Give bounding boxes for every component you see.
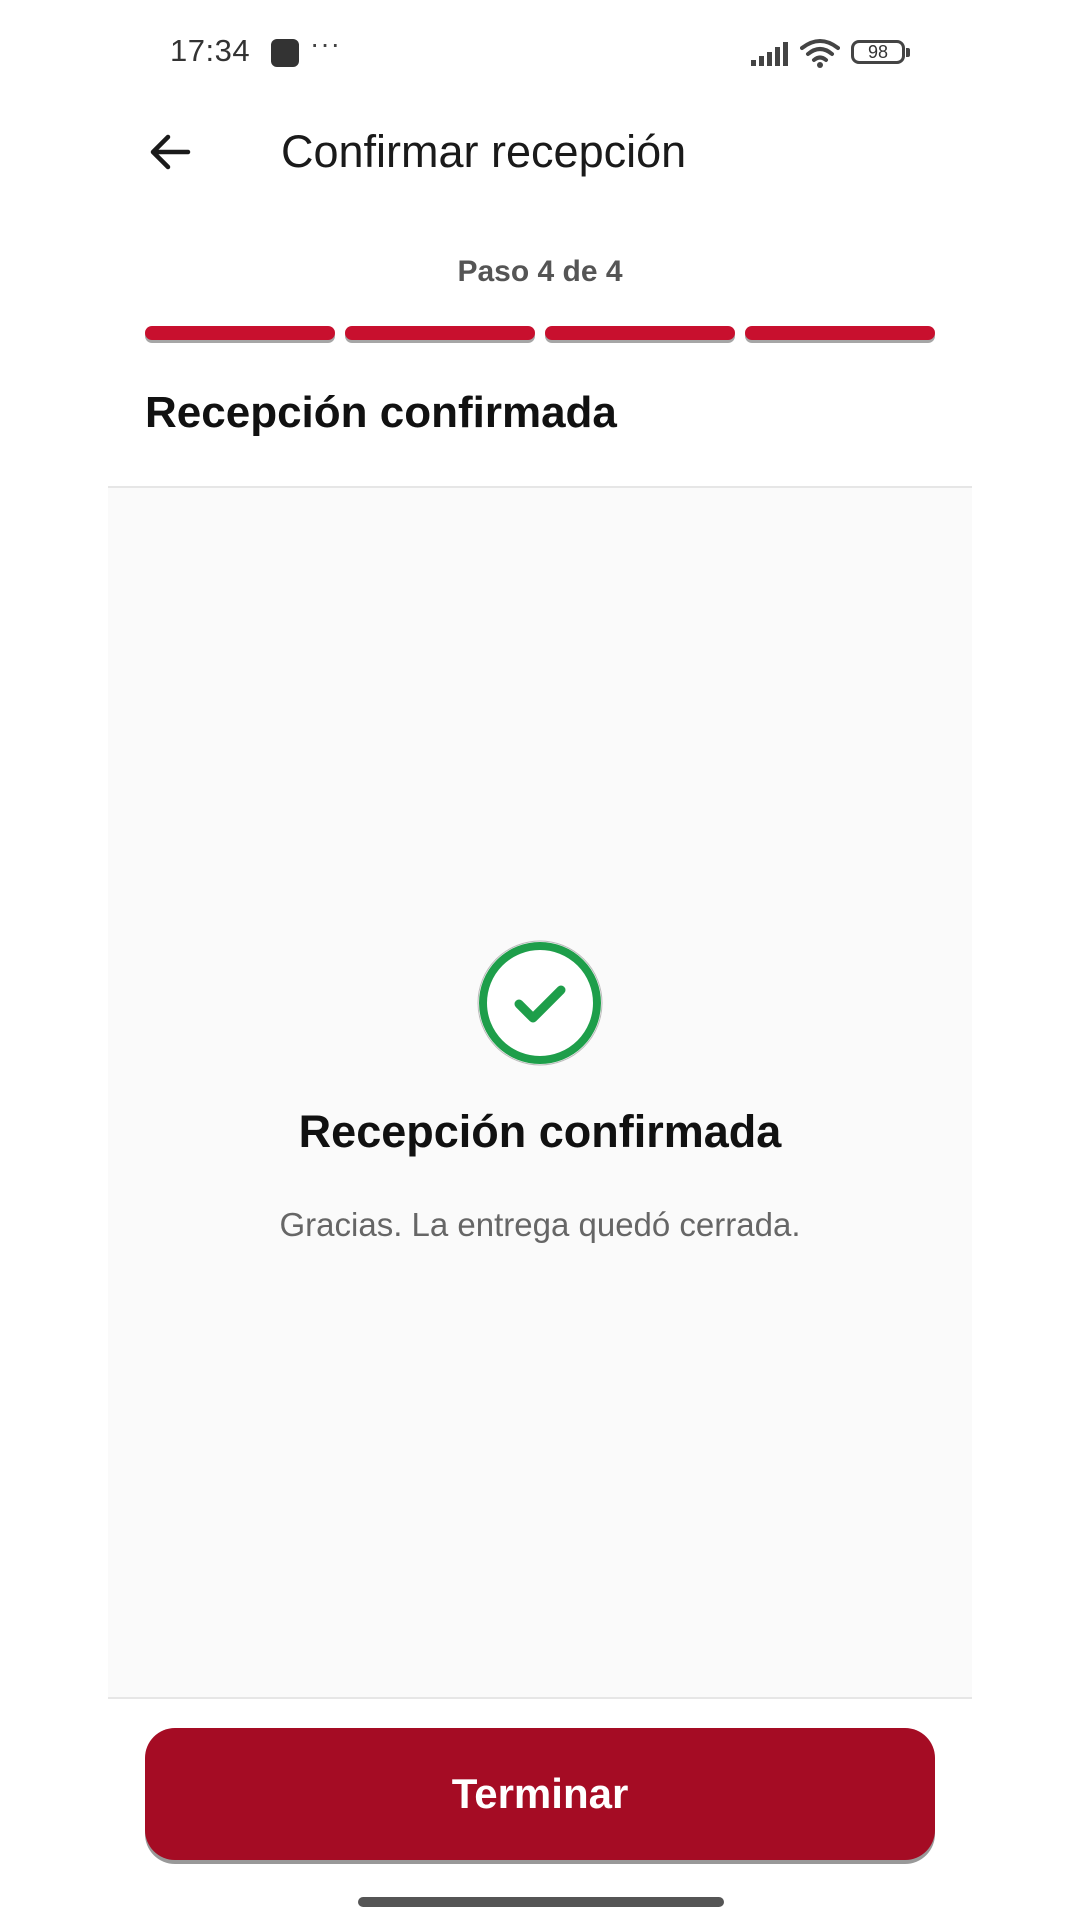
success-message: Gracias. La entrega quedó cerrada. <box>279 1206 801 1243</box>
success-title: Recepción confirmada <box>298 1106 782 1157</box>
step-progress-bar <box>145 326 935 342</box>
status-time: 17:34 <box>170 33 251 68</box>
section-title: Recepción confirmada <box>145 388 617 437</box>
app-notification-icon <box>271 39 299 67</box>
progress-segment-3 <box>545 326 735 340</box>
more-notifications-icon: ··· <box>310 28 341 59</box>
progress-segment-2 <box>345 326 535 340</box>
progress-segment-4 <box>745 326 935 340</box>
step-indicator-label: Paso 4 de 4 <box>457 255 623 288</box>
content-area <box>108 488 972 1698</box>
check-circle-icon <box>477 940 603 1066</box>
footer: Terminar <box>108 1699 972 1920</box>
battery-icon: 98 <box>851 40 910 64</box>
app-header: Confirmar recepción <box>108 104 972 204</box>
signal-icon <box>751 42 788 66</box>
arrow-left-icon <box>150 134 191 170</box>
screen: 17:34 ··· 98 Confirmar recepción Paso 4 … <box>108 0 972 1920</box>
progress-segment-1 <box>145 326 335 340</box>
status-bar: 17:34 ··· 98 <box>108 0 972 104</box>
finish-button[interactable]: Terminar <box>145 1728 935 1860</box>
home-indicator[interactable] <box>358 1897 724 1907</box>
wifi-icon <box>800 39 840 68</box>
finish-button-label: Terminar <box>451 1770 629 1817</box>
back-button[interactable] <box>138 120 202 184</box>
page-title: Confirmar recepción <box>281 126 687 177</box>
